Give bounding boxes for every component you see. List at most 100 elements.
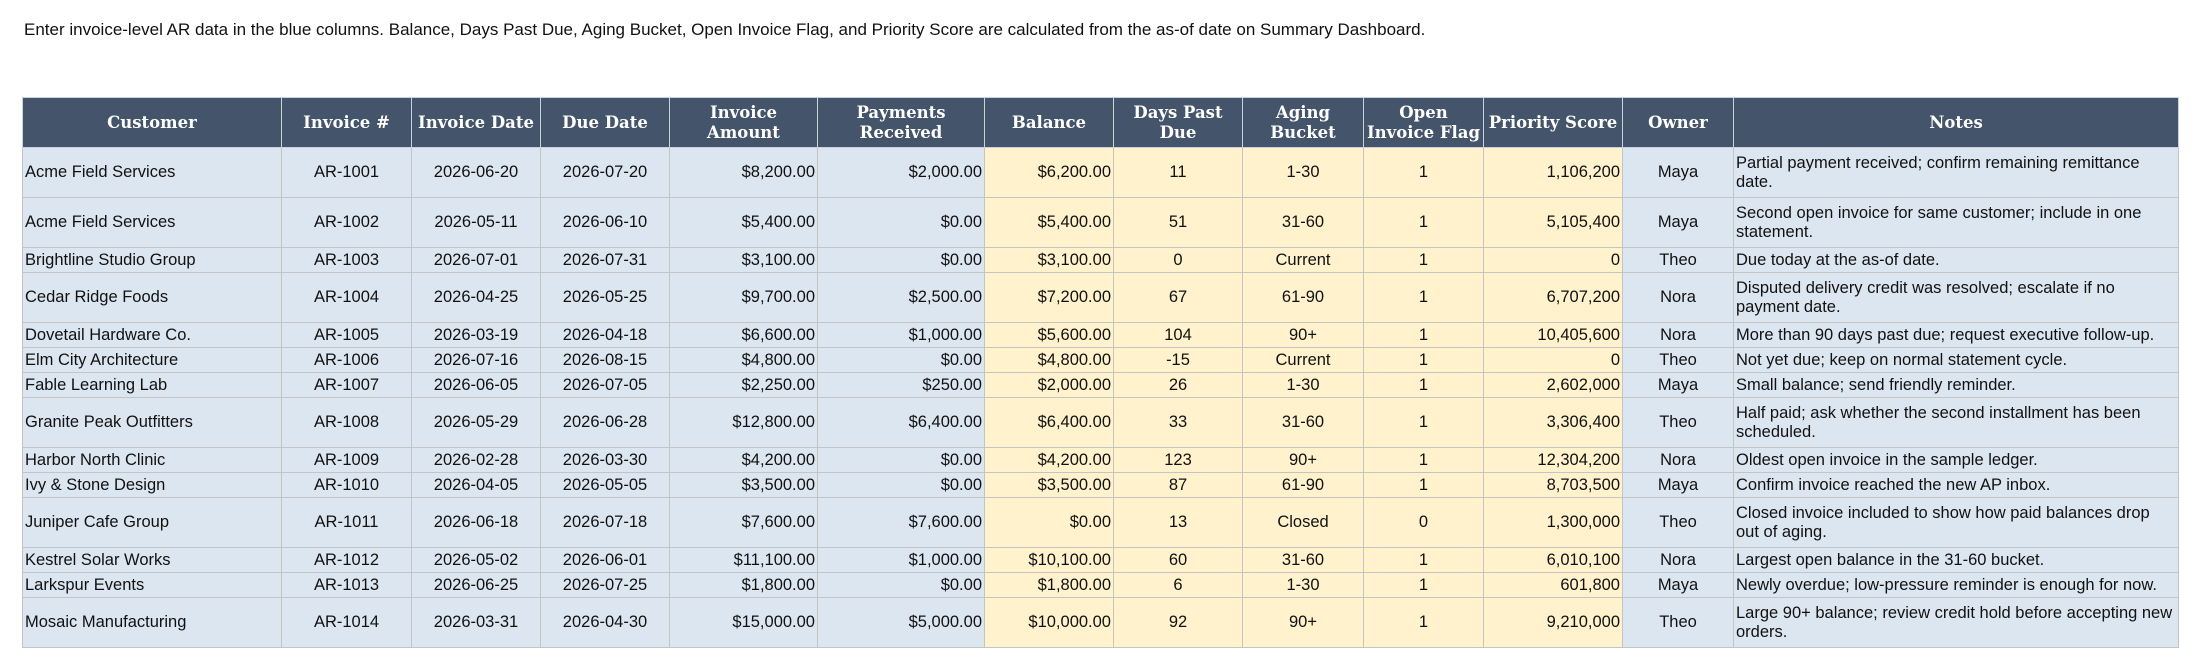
due-date-cell[interactable]: 2026-08-15 [540,347,670,373]
payments-cell[interactable]: $0.00 [817,347,985,373]
payments-cell[interactable]: $2,000.00 [817,147,985,198]
days-past-due-cell[interactable]: 6 [1113,572,1243,598]
balance-cell[interactable]: $5,600.00 [984,322,1114,348]
column-header-balance[interactable]: Balance [984,97,1114,148]
priority-cell[interactable]: 10,405,600 [1483,322,1623,348]
invoice-cell[interactable]: AR-1013 [281,572,412,598]
aging-bucket-cell[interactable]: 90+ [1242,597,1364,648]
priority-cell[interactable]: 6,707,200 [1483,272,1623,323]
priority-cell[interactable]: 9,210,000 [1483,597,1623,648]
aging-bucket-cell[interactable]: 31-60 [1242,197,1364,248]
owner-cell[interactable]: Theo [1622,247,1734,273]
open-flag-cell[interactable]: 1 [1363,372,1484,398]
notes-cell[interactable]: Newly overdue; low-pressure reminder is … [1733,572,2179,598]
open-flag-cell[interactable]: 1 [1363,547,1484,573]
aging-bucket-cell[interactable]: 1-30 [1242,372,1364,398]
amount-cell[interactable]: $1,800.00 [669,572,818,598]
days-past-due-cell[interactable]: 92 [1113,597,1243,648]
due-date-cell[interactable]: 2026-04-18 [540,322,670,348]
balance-cell[interactable]: $4,200.00 [984,447,1114,473]
due-date-cell[interactable]: 2026-06-10 [540,197,670,248]
payments-cell[interactable]: $5,000.00 [817,597,985,648]
customer-cell[interactable]: Harbor North Clinic [22,447,282,473]
days-past-due-cell[interactable]: 123 [1113,447,1243,473]
due-date-cell[interactable]: 2026-07-18 [540,497,670,548]
notes-cell[interactable]: Oldest open invoice in the sample ledger… [1733,447,2179,473]
invoice-cell[interactable]: AR-1005 [281,322,412,348]
amount-cell[interactable]: $12,800.00 [669,397,818,448]
column-header-customer[interactable]: Customer [22,97,282,148]
invoice-date-cell[interactable]: 2026-06-20 [411,147,541,198]
notes-cell[interactable]: Due today at the as-of date. [1733,247,2179,273]
aging-bucket-cell[interactable]: 31-60 [1242,547,1364,573]
due-date-cell[interactable]: 2026-06-28 [540,397,670,448]
column-header-payments[interactable]: Payments Received [817,97,985,148]
balance-cell[interactable]: $2,000.00 [984,372,1114,398]
payments-cell[interactable]: $1,000.00 [817,547,985,573]
notes-cell[interactable]: Second open invoice for same customer; i… [1733,197,2179,248]
due-date-cell[interactable]: 2026-03-30 [540,447,670,473]
balance-cell[interactable]: $6,200.00 [984,147,1114,198]
open-flag-cell[interactable]: 1 [1363,197,1484,248]
aging-bucket-cell[interactable]: 61-90 [1242,472,1364,498]
invoice-cell[interactable]: AR-1010 [281,472,412,498]
column-header-invoice-date[interactable]: Invoice Date [411,97,541,148]
customer-cell[interactable]: Elm City Architecture [22,347,282,373]
notes-cell[interactable]: Partial payment received; confirm remain… [1733,147,2179,198]
notes-cell[interactable]: Closed invoice included to show how paid… [1733,497,2179,548]
amount-cell[interactable]: $11,100.00 [669,547,818,573]
invoice-date-cell[interactable]: 2026-06-18 [411,497,541,548]
column-header-amount[interactable]: Invoice Amount [669,97,818,148]
balance-cell[interactable]: $4,800.00 [984,347,1114,373]
owner-cell[interactable]: Maya [1622,197,1734,248]
notes-cell[interactable]: Largest open balance in the 31-60 bucket… [1733,547,2179,573]
invoice-cell[interactable]: AR-1012 [281,547,412,573]
invoice-date-cell[interactable]: 2026-06-25 [411,572,541,598]
invoice-cell[interactable]: AR-1008 [281,397,412,448]
owner-cell[interactable]: Theo [1622,497,1734,548]
aging-bucket-cell[interactable]: 31-60 [1242,397,1364,448]
payments-cell[interactable]: $0.00 [817,572,985,598]
invoice-cell[interactable]: AR-1011 [281,497,412,548]
notes-cell[interactable]: Not yet due; keep on normal statement cy… [1733,347,2179,373]
customer-cell[interactable]: Ivy & Stone Design [22,472,282,498]
invoice-date-cell[interactable]: 2026-07-01 [411,247,541,273]
invoice-date-cell[interactable]: 2026-03-19 [411,322,541,348]
amount-cell[interactable]: $3,500.00 [669,472,818,498]
invoice-date-cell[interactable]: 2026-04-05 [411,472,541,498]
owner-cell[interactable]: Theo [1622,397,1734,448]
balance-cell[interactable]: $3,500.00 [984,472,1114,498]
due-date-cell[interactable]: 2026-05-05 [540,472,670,498]
due-date-cell[interactable]: 2026-05-25 [540,272,670,323]
owner-cell[interactable]: Maya [1622,572,1734,598]
aging-bucket-cell[interactable]: Current [1242,347,1364,373]
balance-cell[interactable]: $7,200.00 [984,272,1114,323]
days-past-due-cell[interactable]: 26 [1113,372,1243,398]
aging-bucket-cell[interactable]: 1-30 [1242,572,1364,598]
priority-cell[interactable]: 1,106,200 [1483,147,1623,198]
customer-cell[interactable]: Dovetail Hardware Co. [22,322,282,348]
customer-cell[interactable]: Acme Field Services [22,197,282,248]
open-flag-cell[interactable]: 1 [1363,347,1484,373]
invoice-cell[interactable]: AR-1014 [281,597,412,648]
aging-bucket-cell[interactable]: 90+ [1242,322,1364,348]
customer-cell[interactable]: Fable Learning Lab [22,372,282,398]
days-past-due-cell[interactable]: 0 [1113,247,1243,273]
customer-cell[interactable]: Mosaic Manufacturing [22,597,282,648]
days-past-due-cell[interactable]: -15 [1113,347,1243,373]
priority-cell[interactable]: 3,306,400 [1483,397,1623,448]
invoice-date-cell[interactable]: 2026-07-16 [411,347,541,373]
days-past-due-cell[interactable]: 104 [1113,322,1243,348]
priority-cell[interactable]: 2,602,000 [1483,372,1623,398]
aging-bucket-cell[interactable]: 1-30 [1242,147,1364,198]
owner-cell[interactable]: Nora [1622,272,1734,323]
priority-cell[interactable]: 5,105,400 [1483,197,1623,248]
amount-cell[interactable]: $9,700.00 [669,272,818,323]
days-past-due-cell[interactable]: 87 [1113,472,1243,498]
column-header-due-date[interactable]: Due Date [540,97,670,148]
balance-cell[interactable]: $1,800.00 [984,572,1114,598]
invoice-date-cell[interactable]: 2026-03-31 [411,597,541,648]
column-header-open-flag[interactable]: Open Invoice Flag [1363,97,1484,148]
aging-bucket-cell[interactable]: 90+ [1242,447,1364,473]
days-past-due-cell[interactable]: 33 [1113,397,1243,448]
